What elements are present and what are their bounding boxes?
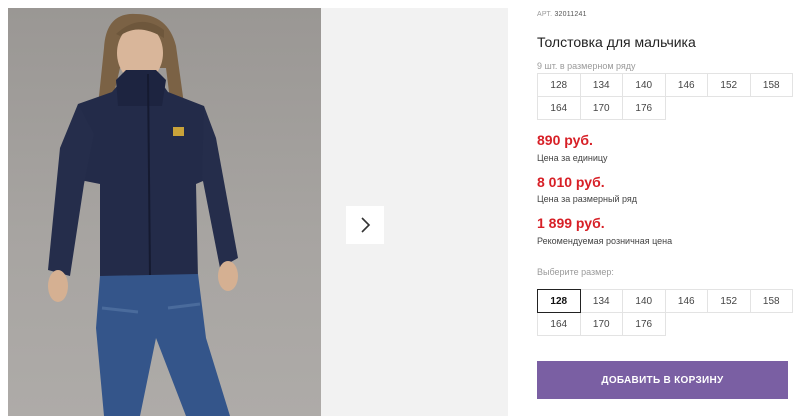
product-photo[interactable] — [8, 8, 321, 416]
retail-price: 1 899 руб. — [537, 215, 605, 231]
size-row-cell: 152 — [707, 73, 751, 97]
article-number: АРТ. 32011241 — [537, 11, 587, 18]
unit-price-label: Цена за единицу — [537, 153, 608, 163]
size-selector: 128 134 140 146 152 158 164 170 176 — [537, 289, 793, 336]
size-option[interactable]: 170 — [579, 312, 623, 336]
next-photo-button[interactable] — [346, 206, 384, 244]
size-option[interactable]: 164 — [537, 312, 581, 336]
size-row-price: 8 010 руб. — [537, 174, 605, 190]
chevron-right-icon — [361, 217, 371, 233]
size-row-cell: 176 — [622, 96, 666, 120]
size-option[interactable]: 158 — [749, 289, 793, 313]
product-gallery — [0, 8, 508, 416]
size-option[interactable]: 152 — [707, 289, 751, 313]
size-row-cell: 128 — [537, 73, 581, 97]
add-to-cart-button[interactable]: ДОБАВИТЬ В КОРЗИНУ — [537, 361, 788, 399]
size-row-cell: 170 — [579, 96, 623, 120]
retail-price-label: Рекомендуемая розничная цена — [537, 236, 673, 246]
size-row-cell: 146 — [664, 73, 708, 97]
size-row-grid: 128 134 140 146 152 158 164 170 176 — [537, 73, 793, 120]
unit-price: 890 руб. — [537, 132, 593, 148]
size-row-cell: 164 — [537, 96, 581, 120]
size-option[interactable]: 176 — [622, 312, 666, 336]
size-row-note: 9 шт. в размерном ряду — [537, 61, 636, 71]
size-row-cell: 158 — [749, 73, 793, 97]
size-option-selected[interactable]: 128 — [537, 289, 581, 313]
size-row-cell: 140 — [622, 73, 666, 97]
size-option[interactable]: 140 — [622, 289, 666, 313]
product-title: Толстовка для мальчика — [537, 34, 696, 50]
size-option[interactable]: 146 — [664, 289, 708, 313]
size-option[interactable]: 134 — [579, 289, 623, 313]
size-row-cell: 134 — [579, 73, 623, 97]
choose-size-label: Выберите размер: — [537, 267, 614, 277]
size-row-price-label: Цена за размерный ряд — [537, 194, 638, 204]
